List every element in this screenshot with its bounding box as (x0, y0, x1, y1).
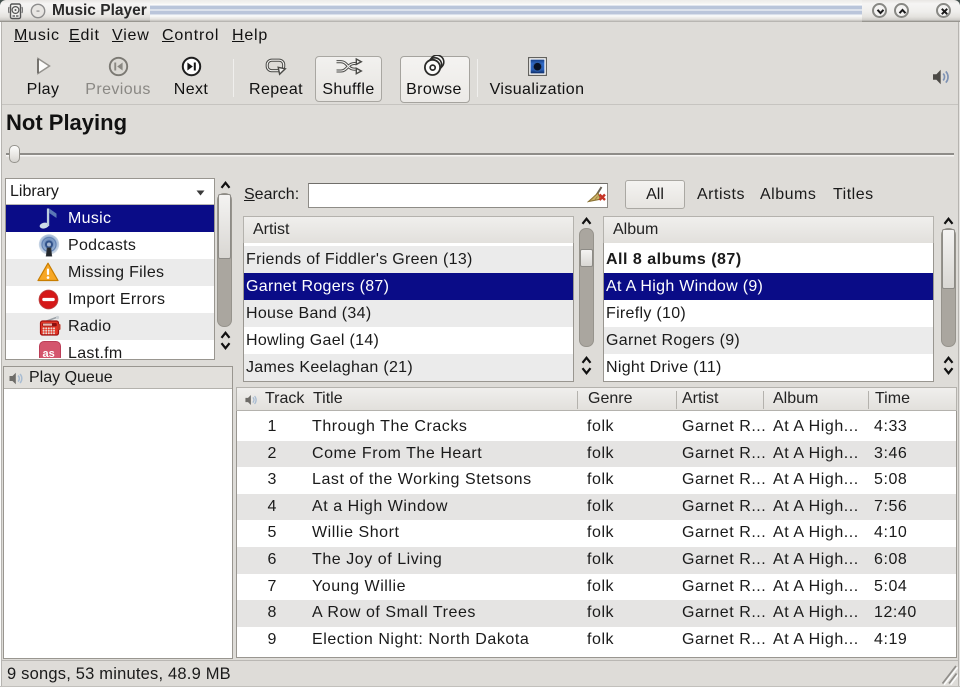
svg-text:as: as (43, 348, 55, 358)
